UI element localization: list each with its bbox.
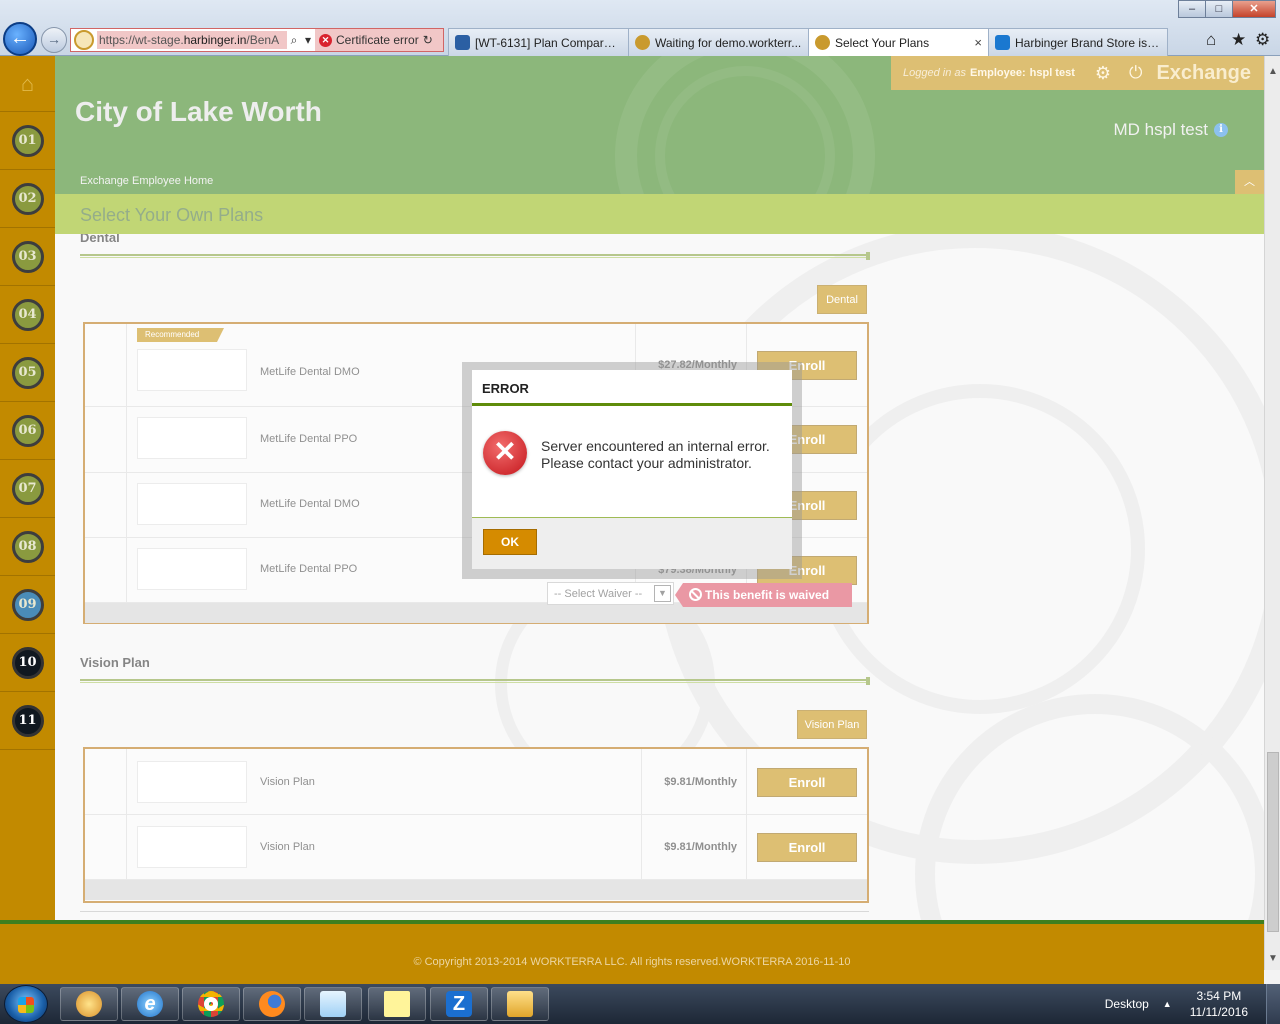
home-icon[interactable]: ⌂ — [1206, 30, 1216, 50]
tab-select-your-plans[interactable]: Select Your Plans × — [808, 28, 989, 56]
step-11[interactable]: 11 — [0, 692, 55, 750]
workterra-icon — [635, 35, 650, 50]
forward-button[interactable]: → — [41, 27, 67, 53]
start-button[interactable] — [4, 985, 48, 1023]
step-number: 04 — [11, 298, 44, 331]
step-08[interactable]: 08 — [0, 518, 55, 576]
firefox-icon[interactable] — [243, 987, 301, 1021]
certificate-error-label: Certificate error — [336, 33, 419, 47]
tab-jira[interactable]: [WT-6131] Plan Compare B... — [448, 28, 629, 56]
home-icon: ⌂ — [20, 70, 35, 96]
step-09[interactable]: 09 — [0, 576, 55, 634]
back-button[interactable]: ← — [3, 22, 37, 56]
tab-label: Harbinger Brand Store is B... — [1015, 35, 1161, 50]
page-scrollbar[interactable]: ▲ ▼ — [1264, 56, 1280, 970]
tab-strip: [WT-6131] Plan Compare B... Waiting for … — [448, 28, 1168, 56]
rail-home-button[interactable]: ⌂ — [0, 56, 55, 112]
url-text[interactable]: https://wt-stage.harbinger.in/BenA — [97, 31, 287, 49]
copyright-text: © Copyright 2013-2014 WORKTERRA LLC. All… — [413, 956, 851, 968]
zoom-icon[interactable]: Z — [430, 987, 488, 1021]
desktop-toolbar[interactable]: Desktop — [1105, 997, 1149, 1011]
close-window-button[interactable]: ✕ — [1232, 0, 1276, 18]
notepad-icon[interactable] — [304, 987, 362, 1021]
explorer-icon[interactable] — [491, 987, 549, 1021]
clock[interactable]: 3:54 PM 11/11/2016 — [1190, 988, 1248, 1020]
sap-icon — [995, 35, 1010, 50]
step-01[interactable]: 01 — [0, 112, 55, 170]
search-icon[interactable]: ⌕ — [287, 33, 301, 48]
url-path: /BenA — [246, 33, 280, 47]
error-dialog: ERROR ✕ Server encountered an internal e… — [472, 370, 792, 569]
step-number: 06 — [11, 414, 44, 447]
paint-icon[interactable] — [60, 987, 118, 1021]
step-number: 08 — [11, 530, 44, 563]
step-rail: ⌂ 01 02 03 04 05 06 07 08 09 10 11 — [0, 56, 55, 920]
error-icon: ✕ — [483, 431, 527, 475]
site-favicon-icon — [74, 30, 94, 50]
maximize-button[interactable]: □ — [1205, 0, 1233, 18]
dialog-message: Server encountered an internal error. Pl… — [541, 438, 770, 471]
step-number: 02 — [11, 182, 44, 215]
windows-taskbar: e Z Desktop ▲ 3:54 PM 11/11/2016 — [0, 984, 1280, 1024]
scroll-up-icon[interactable]: ▲ — [1265, 66, 1280, 83]
window-controls: – □ ✕ — [1178, 0, 1276, 18]
url-domain: harbinger.in — [183, 33, 247, 47]
show-desktop-button[interactable] — [1266, 984, 1280, 1024]
certificate-error-indicator[interactable]: ✕ Certificate error ↻ — [315, 29, 443, 51]
chrome-icon[interactable] — [182, 987, 240, 1021]
system-tray: Desktop ▲ 3:54 PM 11/11/2016 — [1105, 984, 1280, 1024]
step-number: 03 — [11, 240, 44, 273]
tab-harbinger-store[interactable]: Harbinger Brand Store is B... — [988, 28, 1168, 56]
favorites-star-icon[interactable]: ★ — [1231, 30, 1246, 50]
settings-gear-icon[interactable]: ⚙ — [1255, 30, 1270, 50]
forward-arrow-icon: → — [47, 31, 61, 47]
back-arrow-icon: ← — [10, 27, 30, 49]
dialog-title: ERROR — [472, 370, 792, 406]
ie-icon[interactable]: e — [121, 987, 179, 1021]
workterra-icon — [815, 35, 830, 50]
dropdown-icon[interactable]: ▾ — [301, 33, 315, 47]
step-number: 11 — [11, 704, 44, 737]
close-tab-icon[interactable]: × — [974, 35, 982, 50]
ok-button[interactable]: OK — [483, 529, 537, 555]
tray-expand-icon[interactable]: ▲ — [1163, 999, 1172, 1009]
dialog-body: ✕ Server encountered an internal error. … — [472, 406, 792, 518]
clock-time: 3:54 PM — [1196, 989, 1242, 1003]
step-03[interactable]: 03 — [0, 228, 55, 286]
url-scheme: https://wt-stage. — [99, 33, 184, 47]
step-07[interactable]: 07 — [0, 460, 55, 518]
step-number: 05 — [11, 356, 44, 389]
refresh-icon[interactable]: ↻ — [423, 33, 433, 47]
step-number: 10 — [11, 646, 44, 679]
dialog-footer: OK — [472, 518, 792, 569]
clock-date: 11/11/2016 — [1189, 1005, 1248, 1019]
tab-label: Select Your Plans — [835, 35, 930, 50]
step-02[interactable]: 02 — [0, 170, 55, 228]
browser-chrome: – □ ✕ ← → https://wt-stage.harbinger.in/… — [0, 0, 1280, 56]
minimize-button[interactable]: – — [1178, 0, 1206, 18]
address-bar[interactable]: https://wt-stage.harbinger.in/BenA ⌕ ▾ ✕… — [70, 28, 444, 52]
page-footer: © Copyright 2013-2014 WORKTERRA LLC. All… — [0, 920, 1264, 984]
step-05[interactable]: 05 — [0, 344, 55, 402]
step-04[interactable]: 04 — [0, 286, 55, 344]
tab-label: Waiting for demo.workterr... — [655, 35, 802, 50]
step-number: 07 — [11, 472, 44, 505]
step-06[interactable]: 06 — [0, 402, 55, 460]
tab-waiting-demo[interactable]: Waiting for demo.workterr... — [628, 28, 809, 56]
jira-icon — [455, 35, 470, 50]
step-number: 09 — [11, 588, 44, 621]
scroll-down-icon[interactable]: ▼ — [1265, 953, 1280, 970]
scrollbar-thumb[interactable] — [1267, 752, 1279, 932]
step-10[interactable]: 10 — [0, 634, 55, 692]
error-x-icon: ✕ — [319, 33, 332, 47]
tab-label: [WT-6131] Plan Compare B... — [475, 35, 622, 50]
step-number: 01 — [11, 124, 44, 157]
sticky-notes-icon[interactable] — [368, 987, 426, 1021]
